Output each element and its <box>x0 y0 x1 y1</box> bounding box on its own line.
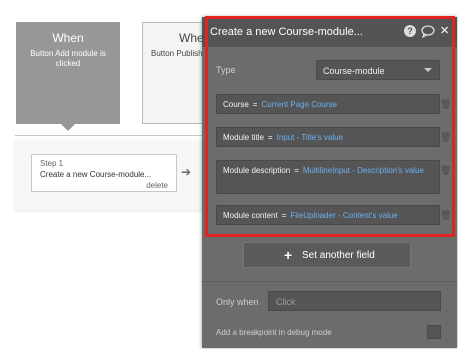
breakpoint-checkbox[interactable] <box>427 325 441 339</box>
event-title: When <box>179 31 208 45</box>
field-equals: = <box>267 133 273 142</box>
help-icon[interactable]: ? <box>404 25 416 37</box>
field-equals: = <box>252 100 258 109</box>
step-number: Step 1 <box>40 159 64 168</box>
plus-icon: + <box>284 247 293 263</box>
field-expression[interactable]: Input - Title's value <box>277 133 343 142</box>
event-description: Button Add module is clicked <box>30 49 106 68</box>
field-expression[interactable]: Current Page Course <box>261 100 337 109</box>
type-dropdown[interactable]: Course-module <box>316 60 440 80</box>
trash-icon[interactable]: 🗑 <box>440 165 451 175</box>
set-another-field-button[interactable]: + Set another field <box>243 242 411 268</box>
chevron-down-icon <box>424 68 432 72</box>
trash-icon[interactable]: 🗑 <box>440 132 451 142</box>
field-row-module-content[interactable]: Module content = FileUploader - Content's … <box>216 205 440 225</box>
field-row-module-description[interactable]: Module description = MultilineInput - Desc… <box>216 160 440 194</box>
trash-icon[interactable]: 🗑 <box>440 210 451 220</box>
field-key: Module content <box>223 211 278 220</box>
close-icon[interactable]: ✕ <box>440 25 449 38</box>
event-card-add-module[interactable]: When Button Add module is clicked <box>16 22 120 124</box>
field-key: Module title <box>223 133 264 142</box>
panel-header: Create a new Course-module... ? ✕ <box>202 17 457 47</box>
field-equals: = <box>281 211 287 220</box>
breakpoint-label: Add a breakpoint in debug mode <box>216 328 332 337</box>
type-value: Course-module <box>323 66 385 76</box>
event-card-publish[interactable]: When Button Publish is clicked <box>142 22 208 124</box>
field-key: Course <box>223 100 249 109</box>
event-title: When <box>52 31 84 45</box>
panel-title: Create a new Course-module... <box>210 26 363 38</box>
arrow-right-icon: ➔ <box>181 165 192 179</box>
comment-icon[interactable] <box>421 25 435 42</box>
field-key: Module description <box>223 166 291 175</box>
field-row-module-title[interactable]: Module title = Input - Title's value <box>216 127 440 147</box>
selected-event-caret <box>61 124 75 131</box>
type-label: Type <box>216 65 236 75</box>
field-expression[interactable]: MultilineInput - Description's value <box>303 166 424 175</box>
only-when-input[interactable]: Click <box>268 291 441 311</box>
only-when-label: Only when <box>216 297 259 307</box>
steps-divider <box>15 135 205 136</box>
step-title: Create a new Course-module... <box>40 170 152 179</box>
field-expression[interactable]: FileUploader - Content's value <box>290 211 397 220</box>
set-another-field-label: Set another field <box>302 250 375 261</box>
only-when-placeholder: Click <box>276 297 296 307</box>
step-delete-link[interactable]: delete <box>146 181 168 190</box>
step-card[interactable]: Step 1 Create a new Course-module... del… <box>31 154 177 192</box>
panel-divider <box>202 281 457 282</box>
field-equals: = <box>294 166 299 175</box>
event-description: Button Publish is clicked <box>151 49 207 58</box>
trash-icon[interactable]: 🗑 <box>440 99 451 109</box>
field-row-course[interactable]: Course = Current Page Course <box>216 94 440 114</box>
